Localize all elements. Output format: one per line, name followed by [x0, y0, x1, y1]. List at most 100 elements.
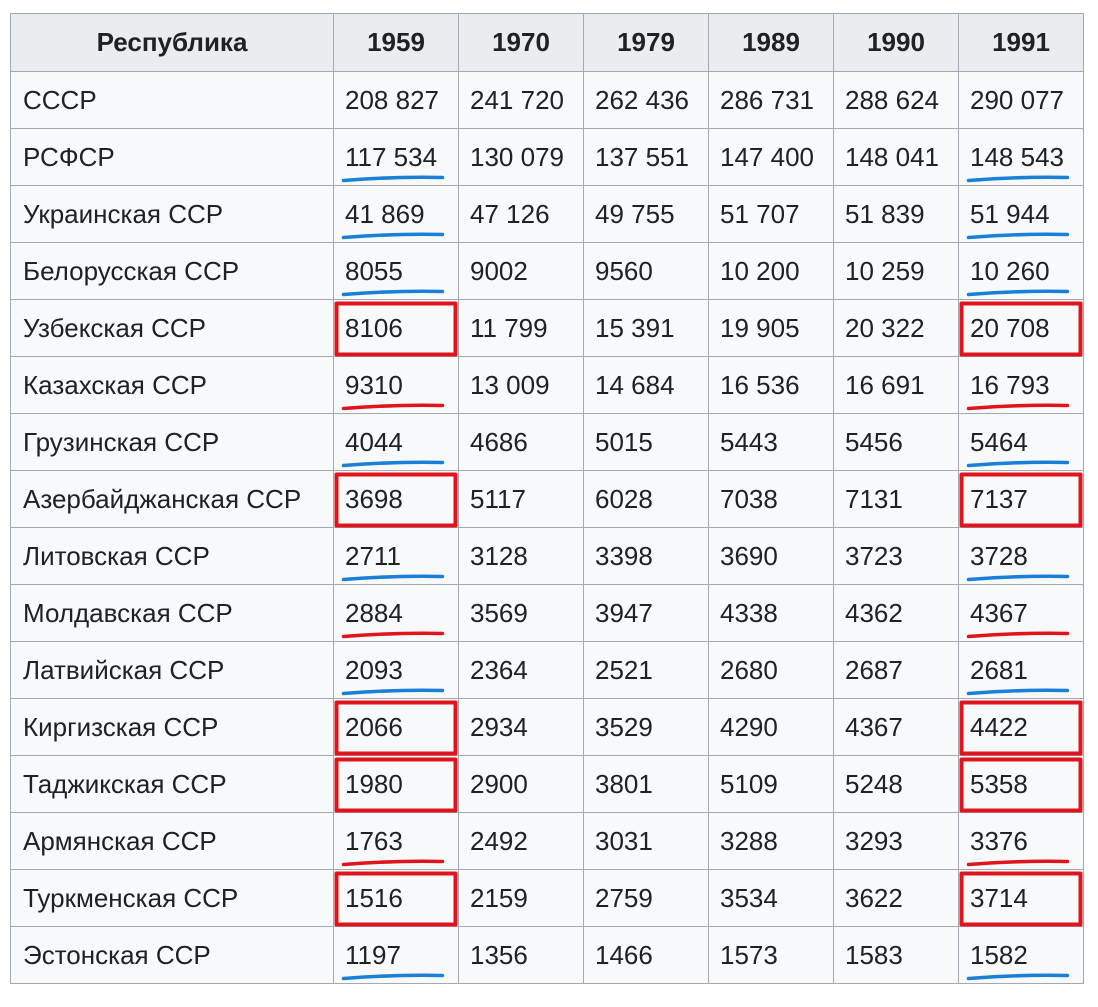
- population-cell: 1583: [833, 926, 959, 984]
- republic-name-cell: РСФСР: [10, 128, 334, 186]
- population-cell: 16 793: [958, 356, 1084, 414]
- population-cell: 1516: [333, 869, 459, 927]
- table-row: Туркменская ССР 1516 2159 2759 3534 3622 3714: [10, 869, 1084, 927]
- population-cell: 4290: [708, 698, 834, 756]
- republic-name-cell: Узбекская ССР: [10, 299, 334, 357]
- table-row: Азербайджанская ССР 3698 5117 6028 7038 7131 7…: [10, 470, 1084, 528]
- table-row: Латвийская ССР 2093 2364 2521 2680 2687 2681: [10, 641, 1084, 699]
- population-cell: 1356: [458, 926, 584, 984]
- population-cell: 3728: [958, 527, 1084, 585]
- population-cell: 3723: [833, 527, 959, 585]
- population-cell: 2759: [583, 869, 709, 927]
- population-cell: 10 259: [833, 242, 959, 300]
- population-cell: 8106: [333, 299, 459, 357]
- population-cell: 208 827: [333, 71, 459, 129]
- table-row: Грузинская ССР 4044 4686 5015 5443 5456 5464: [10, 413, 1084, 471]
- republic-name-cell: Молдавская ССР: [10, 584, 334, 642]
- population-cell: 2680: [708, 641, 834, 699]
- population-cell: 2492: [458, 812, 584, 870]
- header-year-1991[interactable]: 1991: [958, 13, 1084, 72]
- population-cell: 3529: [583, 698, 709, 756]
- population-cell: 3801: [583, 755, 709, 813]
- table-row: Киргизская ССР 2066 2934 3529 4290 4367 4422: [10, 698, 1084, 756]
- republic-name-cell: Таджикская ССР: [10, 755, 334, 813]
- population-cell: 3031: [583, 812, 709, 870]
- population-cell: 2900: [458, 755, 584, 813]
- population-cell: 9002: [458, 242, 584, 300]
- population-cell: 4367: [958, 584, 1084, 642]
- population-cell: 2066: [333, 698, 459, 756]
- population-cell: 20 322: [833, 299, 959, 357]
- table-row: Армянская ССР 1763 2492 3031 3288 3293 3376: [10, 812, 1084, 870]
- population-cell: 137 551: [583, 128, 709, 186]
- header-year-1990[interactable]: 1990: [833, 13, 959, 72]
- population-cell: 1466: [583, 926, 709, 984]
- population-cell: 20 708: [958, 299, 1084, 357]
- republic-name-cell: Туркменская ССР: [10, 869, 334, 927]
- population-cell: 4362: [833, 584, 959, 642]
- population-cell: 147 400: [708, 128, 834, 186]
- population-cell: 130 079: [458, 128, 584, 186]
- table-row: СССР 208 827 241 720 262 436 286 731 288 624 2…: [10, 71, 1084, 129]
- population-cell: 5015: [583, 413, 709, 471]
- population-cell: 4367: [833, 698, 959, 756]
- republic-name-cell: Грузинская ССР: [10, 413, 334, 471]
- population-cell: 2934: [458, 698, 584, 756]
- population-cell: 15 391: [583, 299, 709, 357]
- table-row: Казахская ССР 9310 13 009 14 684 16 536 16 69…: [10, 356, 1084, 414]
- population-cell: 3690: [708, 527, 834, 585]
- population-cell: 4338: [708, 584, 834, 642]
- population-cell: 19 905: [708, 299, 834, 357]
- republic-name-cell: Казахская ССР: [10, 356, 334, 414]
- table-row: Белорусская ССР 8055 9002 9560 10 200 10 259 1…: [10, 242, 1084, 300]
- population-cell: 3128: [458, 527, 584, 585]
- population-cell: 2711: [333, 527, 459, 585]
- table-row: Таджикская ССР 1980 2900 3801 5109 5248 5358: [10, 755, 1084, 813]
- table-body: СССР 208 827 241 720 262 436 286 731 288 624 2…: [10, 71, 1084, 984]
- population-cell: 41 869: [333, 185, 459, 243]
- header-row: Республика 1959 1970 1979 1989 1990 1991: [10, 13, 1084, 72]
- header-republic[interactable]: Республика: [10, 13, 334, 72]
- population-cell: 9560: [583, 242, 709, 300]
- population-cell: 49 755: [583, 185, 709, 243]
- population-cell: 2364: [458, 641, 584, 699]
- population-cell: 2521: [583, 641, 709, 699]
- header-year-1989[interactable]: 1989: [708, 13, 834, 72]
- header-year-1970[interactable]: 1970: [458, 13, 584, 72]
- population-cell: 286 731: [708, 71, 834, 129]
- population-cell: 47 126: [458, 185, 584, 243]
- header-year-1979[interactable]: 1979: [583, 13, 709, 72]
- republic-name-cell: Латвийская ССР: [10, 641, 334, 699]
- population-cell: 9310: [333, 356, 459, 414]
- republic-name-cell: Азербайджанская ССР: [10, 470, 334, 528]
- population-cell: 2687: [833, 641, 959, 699]
- population-cell: 3698: [333, 470, 459, 528]
- population-cell: 4044: [333, 413, 459, 471]
- population-cell: 51 707: [708, 185, 834, 243]
- population-cell: 1197: [333, 926, 459, 984]
- republic-name-cell: Киргизская ССР: [10, 698, 334, 756]
- population-cell: 3569: [458, 584, 584, 642]
- population-cell: 290 077: [958, 71, 1084, 129]
- population-cell: 2681: [958, 641, 1084, 699]
- population-cell: 117 534: [333, 128, 459, 186]
- population-cell: 1573: [708, 926, 834, 984]
- population-cell: 2884: [333, 584, 459, 642]
- population-cell: 3947: [583, 584, 709, 642]
- population-cell: 148 543: [958, 128, 1084, 186]
- table-row: Эстонская ССР 1197 1356 1466 1573 1583 1582: [10, 926, 1084, 984]
- table-row: Украинская ССР 41 869 47 126 49 755 51 707 51…: [10, 185, 1084, 243]
- header-year-1959[interactable]: 1959: [333, 13, 459, 72]
- population-cell: 5443: [708, 413, 834, 471]
- population-cell: 51 839: [833, 185, 959, 243]
- population-cell: 16 691: [833, 356, 959, 414]
- population-cell: 1763: [333, 812, 459, 870]
- population-cell: 3534: [708, 869, 834, 927]
- republic-name-cell: СССР: [10, 71, 334, 129]
- population-table: Республика 1959 1970 1979 1989 1990 1991…: [10, 13, 1084, 984]
- population-cell: 241 720: [458, 71, 584, 129]
- republic-name-cell: Эстонская ССР: [10, 926, 334, 984]
- population-cell: 8055: [333, 242, 459, 300]
- population-cell: 3293: [833, 812, 959, 870]
- population-cell: 1980: [333, 755, 459, 813]
